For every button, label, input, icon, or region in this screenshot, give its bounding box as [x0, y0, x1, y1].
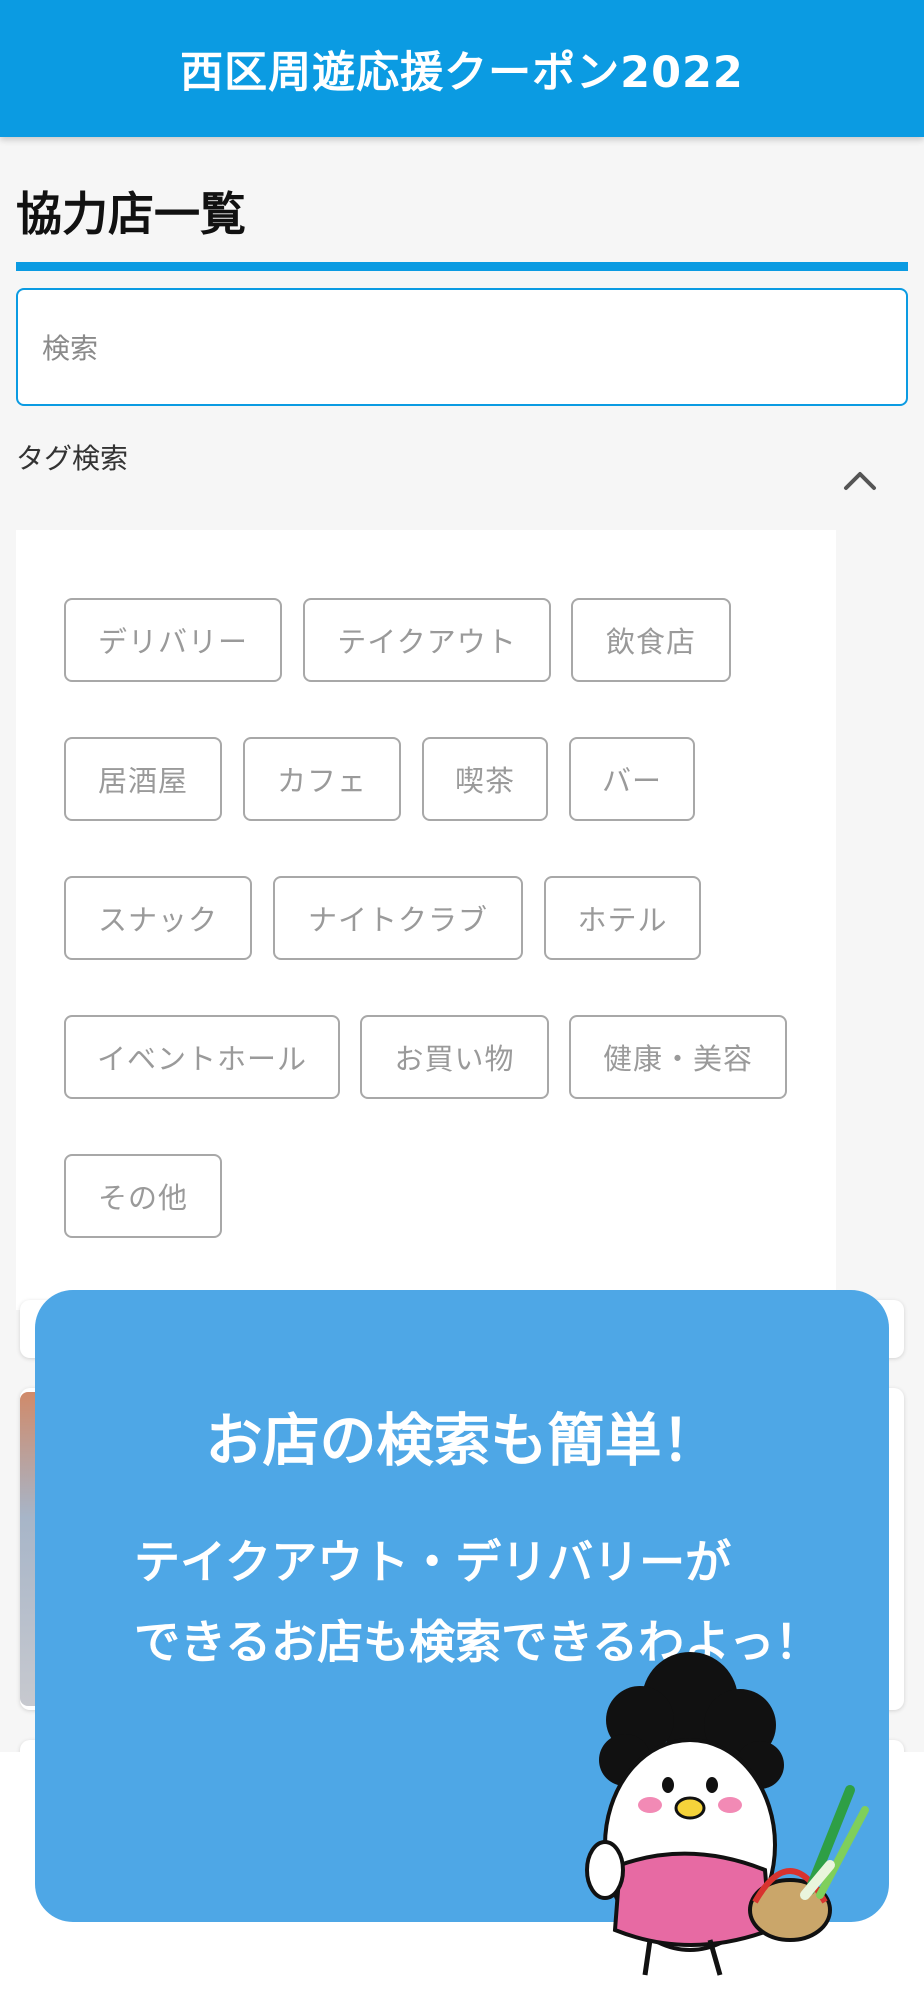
- page-title: 協力店一覧: [16, 187, 246, 241]
- tag-other[interactable]: その他: [64, 1154, 222, 1238]
- mascot-character-icon: [585, 1652, 869, 1976]
- app-header: 西区周遊応援クーポン2022: [0, 0, 924, 137]
- tag-hotel[interactable]: ホテル: [544, 876, 701, 960]
- overlay-line-1: テイクアウト・デリバリーが: [134, 1535, 732, 1589]
- title-underline: [16, 262, 908, 271]
- tag-izakaya[interactable]: 居酒屋: [64, 737, 222, 821]
- tag-takeout[interactable]: テイクアウト: [303, 598, 551, 682]
- search-placeholder: 検索: [42, 332, 99, 365]
- app-title: 西区周遊応援クーポン2022: [180, 47, 744, 98]
- tag-snack[interactable]: スナック: [64, 876, 252, 960]
- tag-panel: デリバリー テイクアウト 飲食店 居酒屋 カフェ 喫茶 バー スナック ナイトク…: [16, 530, 836, 1310]
- tag-search-label: タグ検索: [16, 442, 129, 475]
- tag-bar[interactable]: バー: [569, 737, 695, 821]
- tag-health-beauty[interactable]: 健康・美容: [569, 1015, 787, 1099]
- overlay-heading: お店の検索も簡単！: [205, 1408, 719, 1474]
- tag-event-hall[interactable]: イベントホール: [64, 1015, 340, 1099]
- tag-nightclub[interactable]: ナイトクラブ: [273, 876, 523, 960]
- chevron-up-icon[interactable]: [842, 466, 878, 494]
- search-input[interactable]: 検索: [16, 288, 908, 406]
- tag-cafe[interactable]: カフェ: [243, 737, 401, 821]
- tag-restaurant[interactable]: 飲食店: [571, 598, 731, 682]
- tag-kissa[interactable]: 喫茶: [422, 737, 548, 821]
- tag-delivery[interactable]: デリバリー: [64, 598, 282, 682]
- tag-shopping[interactable]: お買い物: [360, 1015, 549, 1099]
